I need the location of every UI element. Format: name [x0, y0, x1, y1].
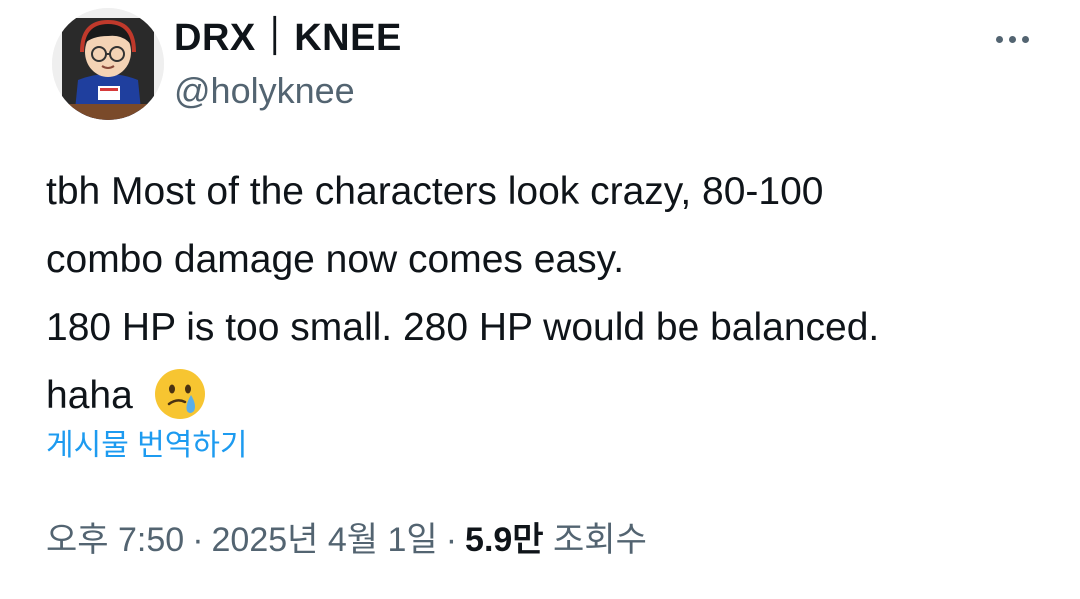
views-label: 조회수 [553, 521, 647, 559]
author-handle[interactable]: @holyknee [174, 70, 355, 112]
face-holding-back-tears-icon [153, 367, 207, 421]
more-dot-icon [1021, 35, 1029, 43]
post-date[interactable]: 2025년 4월 1일 [212, 521, 438, 559]
tweet-line: 180 HP is too small. 280 HP would be bal… [46, 306, 880, 349]
meta-separator: · [192, 521, 204, 559]
tweet-meta: 오후 7:50 · 2025년 4월 1일 · 5.9만 조회수 [46, 518, 647, 562]
tweet-line-text: haha [46, 374, 133, 417]
avatar[interactable] [52, 8, 164, 120]
tweet-line: tbh Most of the characters look crazy, 8… [46, 170, 824, 213]
meta-separator: · [445, 521, 458, 559]
translate-post-link[interactable]: 게시물 번역하기 [46, 426, 248, 466]
more-dot-icon [1008, 35, 1016, 43]
post-time[interactable]: 오후 7:50 [46, 521, 184, 559]
views-count: 5.9만 [465, 521, 544, 559]
tweet-line-last: haha [46, 362, 1056, 430]
avatar-illustration [52, 8, 164, 120]
tweet-text: tbh Most of the characters look crazy, 8… [46, 158, 1056, 430]
tweet-line: combo damage now comes easy. [46, 238, 625, 281]
author-display-name[interactable]: DRX｜KNEE [174, 16, 402, 60]
more-options-button[interactable] [986, 24, 1038, 54]
more-dot-icon [995, 35, 1003, 43]
